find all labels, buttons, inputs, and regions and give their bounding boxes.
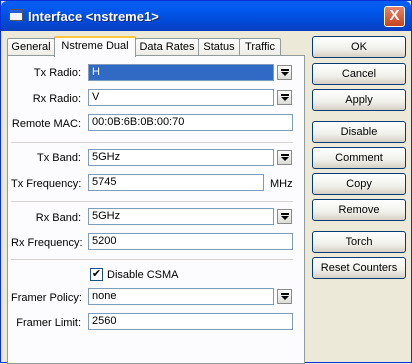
rx-band-dropdown-icon[interactable] — [277, 209, 292, 224]
close-button[interactable]: X — [384, 6, 405, 27]
torch-button[interactable]: Torch — [312, 231, 406, 253]
tab-status[interactable]: Status — [198, 38, 240, 56]
framer-policy-dropdown-icon[interactable] — [277, 289, 292, 304]
tx-frequency-input[interactable]: 5745 — [88, 174, 264, 191]
framer-limit-input[interactable]: 2560 — [88, 313, 293, 330]
tx-band-label: Tx Band: — [36, 152, 81, 164]
rx-band-select[interactable]: 5GHz — [88, 208, 274, 225]
divider — [11, 142, 293, 143]
reset-counters-button[interactable]: Reset Counters — [312, 257, 406, 279]
disable-csma-label: Disable CSMA — [107, 269, 179, 281]
tab-nstreme-dual[interactable]: Nstreme Dual — [54, 36, 136, 57]
disable-button[interactable]: Disable — [312, 121, 406, 143]
interface-dialog: Interface <nstreme1> X General Nstreme D… — [0, 0, 412, 364]
copy-button[interactable]: Copy — [312, 173, 406, 195]
tab-general[interactable]: General — [7, 38, 55, 56]
framer-policy-label: Framer Policy: — [11, 292, 82, 304]
ok-button[interactable]: OK — [312, 36, 406, 58]
window-title: Interface <nstreme1> — [28, 9, 159, 24]
comment-button[interactable]: Comment — [312, 147, 406, 169]
tx-radio-select[interactable]: H — [88, 64, 274, 81]
framer-limit-label: Framer Limit: — [16, 317, 81, 329]
tx-band-select[interactable]: 5GHz — [88, 149, 274, 166]
apply-button[interactable]: Apply — [312, 89, 406, 111]
tx-band-dropdown-icon[interactable] — [277, 150, 292, 165]
rx-radio-dropdown-icon[interactable] — [277, 90, 292, 105]
divider — [11, 259, 293, 260]
tab-traffic[interactable]: Traffic — [239, 38, 281, 56]
rx-frequency-input[interactable]: 5200 — [88, 233, 293, 250]
tx-frequency-label: Tx Frequency: — [11, 178, 82, 190]
framer-policy-select[interactable]: none — [88, 288, 274, 305]
remote-mac-label: Remote MAC: — [11, 118, 81, 130]
rx-radio-label: Rx Radio: — [32, 93, 81, 105]
title-bar[interactable]: Interface <nstreme1> X — [1, 1, 411, 31]
window-icon — [9, 9, 23, 21]
cancel-button[interactable]: Cancel — [312, 63, 406, 85]
disable-csma-checkbox[interactable]: ✔ — [90, 268, 103, 281]
tx-radio-dropdown-icon[interactable] — [277, 65, 292, 80]
rx-band-label: Rx Band: — [35, 212, 81, 224]
remove-button[interactable]: Remove — [312, 199, 406, 221]
divider — [11, 201, 293, 202]
remote-mac-input[interactable]: 00:0B:6B:0B:00:70 — [88, 114, 293, 131]
rx-frequency-label: Rx Frequency: — [11, 237, 83, 249]
rx-radio-select[interactable]: V — [88, 89, 274, 106]
tx-radio-label: Tx Radio: — [33, 67, 81, 79]
tx-frequency-unit: MHz — [270, 178, 293, 190]
tab-data-rates[interactable]: Data Rates — [135, 38, 199, 56]
